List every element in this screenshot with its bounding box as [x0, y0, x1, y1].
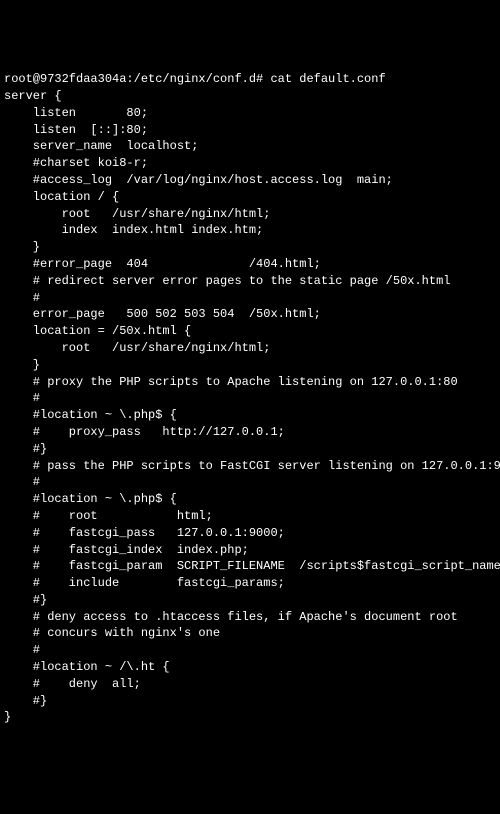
config-line: error_page 500 502 503 504 /50x.html; [4, 306, 496, 323]
config-line: # fastcgi_param SCRIPT_FILENAME /scripts… [4, 558, 496, 575]
config-line: # [4, 390, 496, 407]
config-line: # proxy_pass http://127.0.0.1; [4, 424, 496, 441]
config-line: } [4, 709, 496, 726]
config-line: #location ~ /\.ht { [4, 659, 496, 676]
config-line: location = /50x.html { [4, 323, 496, 340]
config-line: #error_page 404 /404.html; [4, 256, 496, 273]
config-line: listen [::]:80; [4, 122, 496, 139]
config-line: #location ~ \.php$ { [4, 491, 496, 508]
config-line: # [4, 290, 496, 307]
config-line: #} [4, 441, 496, 458]
shell-prompt: root@9732fdaa304a:/etc/nginx/conf.d# cat… [4, 71, 496, 88]
config-line: # pass the PHP scripts to FastCGI server… [4, 458, 496, 475]
config-line: # proxy the PHP scripts to Apache listen… [4, 374, 496, 391]
config-line: listen 80; [4, 105, 496, 122]
config-line: #location ~ \.php$ { [4, 407, 496, 424]
config-line: root /usr/share/nginx/html; [4, 206, 496, 223]
config-line: } [4, 239, 496, 256]
config-line: # deny all; [4, 676, 496, 693]
config-line: } [4, 357, 496, 374]
config-line: server_name localhost; [4, 138, 496, 155]
config-line: # [4, 642, 496, 659]
config-line: #access_log /var/log/nginx/host.access.l… [4, 172, 496, 189]
config-line: location / { [4, 189, 496, 206]
config-line: # root html; [4, 508, 496, 525]
config-line: # fastcgi_index index.php; [4, 542, 496, 559]
config-line: # [4, 474, 496, 491]
config-line: #charset koi8-r; [4, 155, 496, 172]
config-line: #} [4, 693, 496, 710]
config-line: #} [4, 592, 496, 609]
config-line: index index.html index.htm; [4, 222, 496, 239]
terminal-output: server { listen 80; listen [::]:80; serv… [4, 88, 496, 726]
config-line: server { [4, 88, 496, 105]
config-line: # include fastcgi_params; [4, 575, 496, 592]
config-line: # redirect server error pages to the sta… [4, 273, 496, 290]
config-line: # concurs with nginx's one [4, 625, 496, 642]
config-line: # fastcgi_pass 127.0.0.1:9000; [4, 525, 496, 542]
config-line: root /usr/share/nginx/html; [4, 340, 496, 357]
